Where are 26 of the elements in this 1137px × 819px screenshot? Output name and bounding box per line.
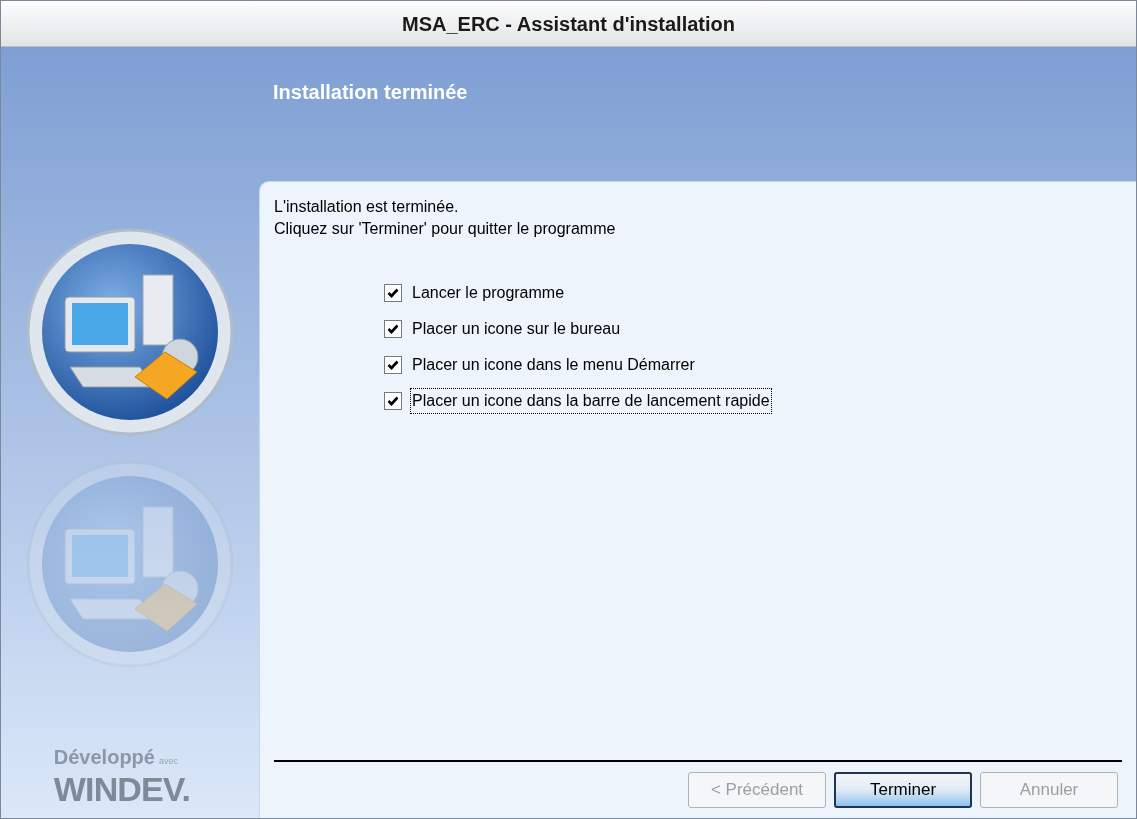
option-label: Placer un icone dans la barre de lancement rapide bbox=[410, 388, 772, 414]
option-checkbox[interactable]: Lancer le programme bbox=[384, 280, 1122, 306]
check-icon bbox=[387, 287, 399, 299]
option-label: Placer un icone dans le menu Démarrer bbox=[411, 355, 696, 375]
option-label: Lancer le programme bbox=[411, 283, 566, 303]
checkbox[interactable] bbox=[384, 356, 402, 374]
page-title: Installation terminée bbox=[273, 81, 468, 103]
wizard-button[interactable]: Terminer bbox=[834, 772, 972, 808]
message-text: L'installation est terminée. bbox=[274, 197, 460, 217]
computer-icon bbox=[25, 227, 235, 437]
option-checkbox[interactable]: Placer un icone sur le bureau bbox=[384, 316, 1122, 342]
computer-reflection-icon bbox=[25, 459, 235, 669]
option-checkbox[interactable]: Placer un icone dans la barre de lancement rapide bbox=[384, 388, 1122, 414]
check-icon bbox=[387, 323, 399, 335]
brand-text: Développé bbox=[53, 745, 155, 770]
checkbox[interactable] bbox=[384, 320, 402, 338]
option-checkbox[interactable]: Placer un icone dans le menu Démarrer bbox=[384, 352, 1122, 378]
check-icon bbox=[387, 359, 399, 371]
check-icon bbox=[387, 395, 399, 407]
checkbox[interactable] bbox=[384, 284, 402, 302]
checkbox[interactable] bbox=[384, 392, 402, 410]
window-title: MSA_ERC - Assistant d'installation bbox=[402, 11, 735, 37]
brand-small-text: avec bbox=[158, 754, 178, 768]
message-text: Cliquez sur 'Terminer' pour quitter le programme bbox=[274, 219, 617, 239]
brand-logo-text: WINDEV. bbox=[53, 772, 191, 806]
option-label: Placer un icone sur le bureau bbox=[411, 319, 622, 339]
